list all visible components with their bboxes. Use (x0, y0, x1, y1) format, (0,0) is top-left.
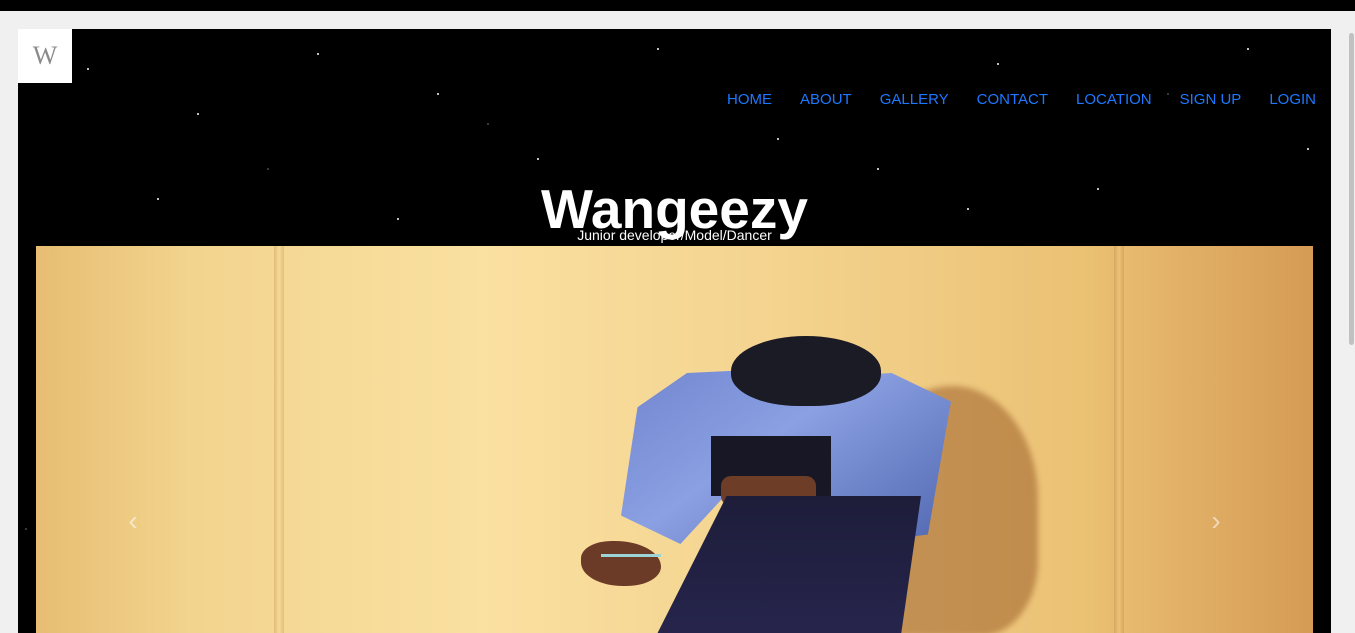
image-carousel[interactable]: ‹ › (36, 246, 1313, 633)
browser-top-bar (0, 0, 1355, 11)
vertical-scrollbar[interactable] (1348, 11, 1355, 633)
website-page: W HOME ABOUT GALLERY CONTACT LOCATION SI… (18, 29, 1331, 633)
nav-sign-up-link[interactable]: SIGN UP (1180, 91, 1242, 109)
carousel-photo-person (581, 326, 951, 633)
bracelet (601, 554, 661, 557)
scrollbar-thumb[interactable] (1349, 33, 1354, 345)
site-logo[interactable]: W (18, 29, 72, 83)
nav-contact-link[interactable]: CONTACT (977, 91, 1048, 109)
hair-braids (731, 336, 881, 406)
wall-panel-line (1114, 246, 1124, 633)
chevron-left-icon[interactable]: ‹ (118, 506, 148, 536)
nav-gallery-link[interactable]: GALLERY (880, 91, 949, 109)
nav-home-link[interactable]: HOME (727, 91, 772, 109)
nav-login-link[interactable]: LOGIN (1269, 91, 1316, 109)
monogram-logo-icon: W (32, 41, 57, 70)
chevron-right-icon[interactable]: › (1201, 506, 1231, 536)
nav-about-link[interactable]: ABOUT (800, 91, 852, 109)
hero-subtitle: Junior developer/Model/Dancer (577, 227, 772, 243)
nav-location-link[interactable]: LOCATION (1076, 91, 1152, 109)
hand (581, 541, 661, 586)
wall-panel-line (274, 246, 284, 633)
main-navigation: HOME ABOUT GALLERY CONTACT LOCATION SIGN… (727, 91, 1316, 109)
